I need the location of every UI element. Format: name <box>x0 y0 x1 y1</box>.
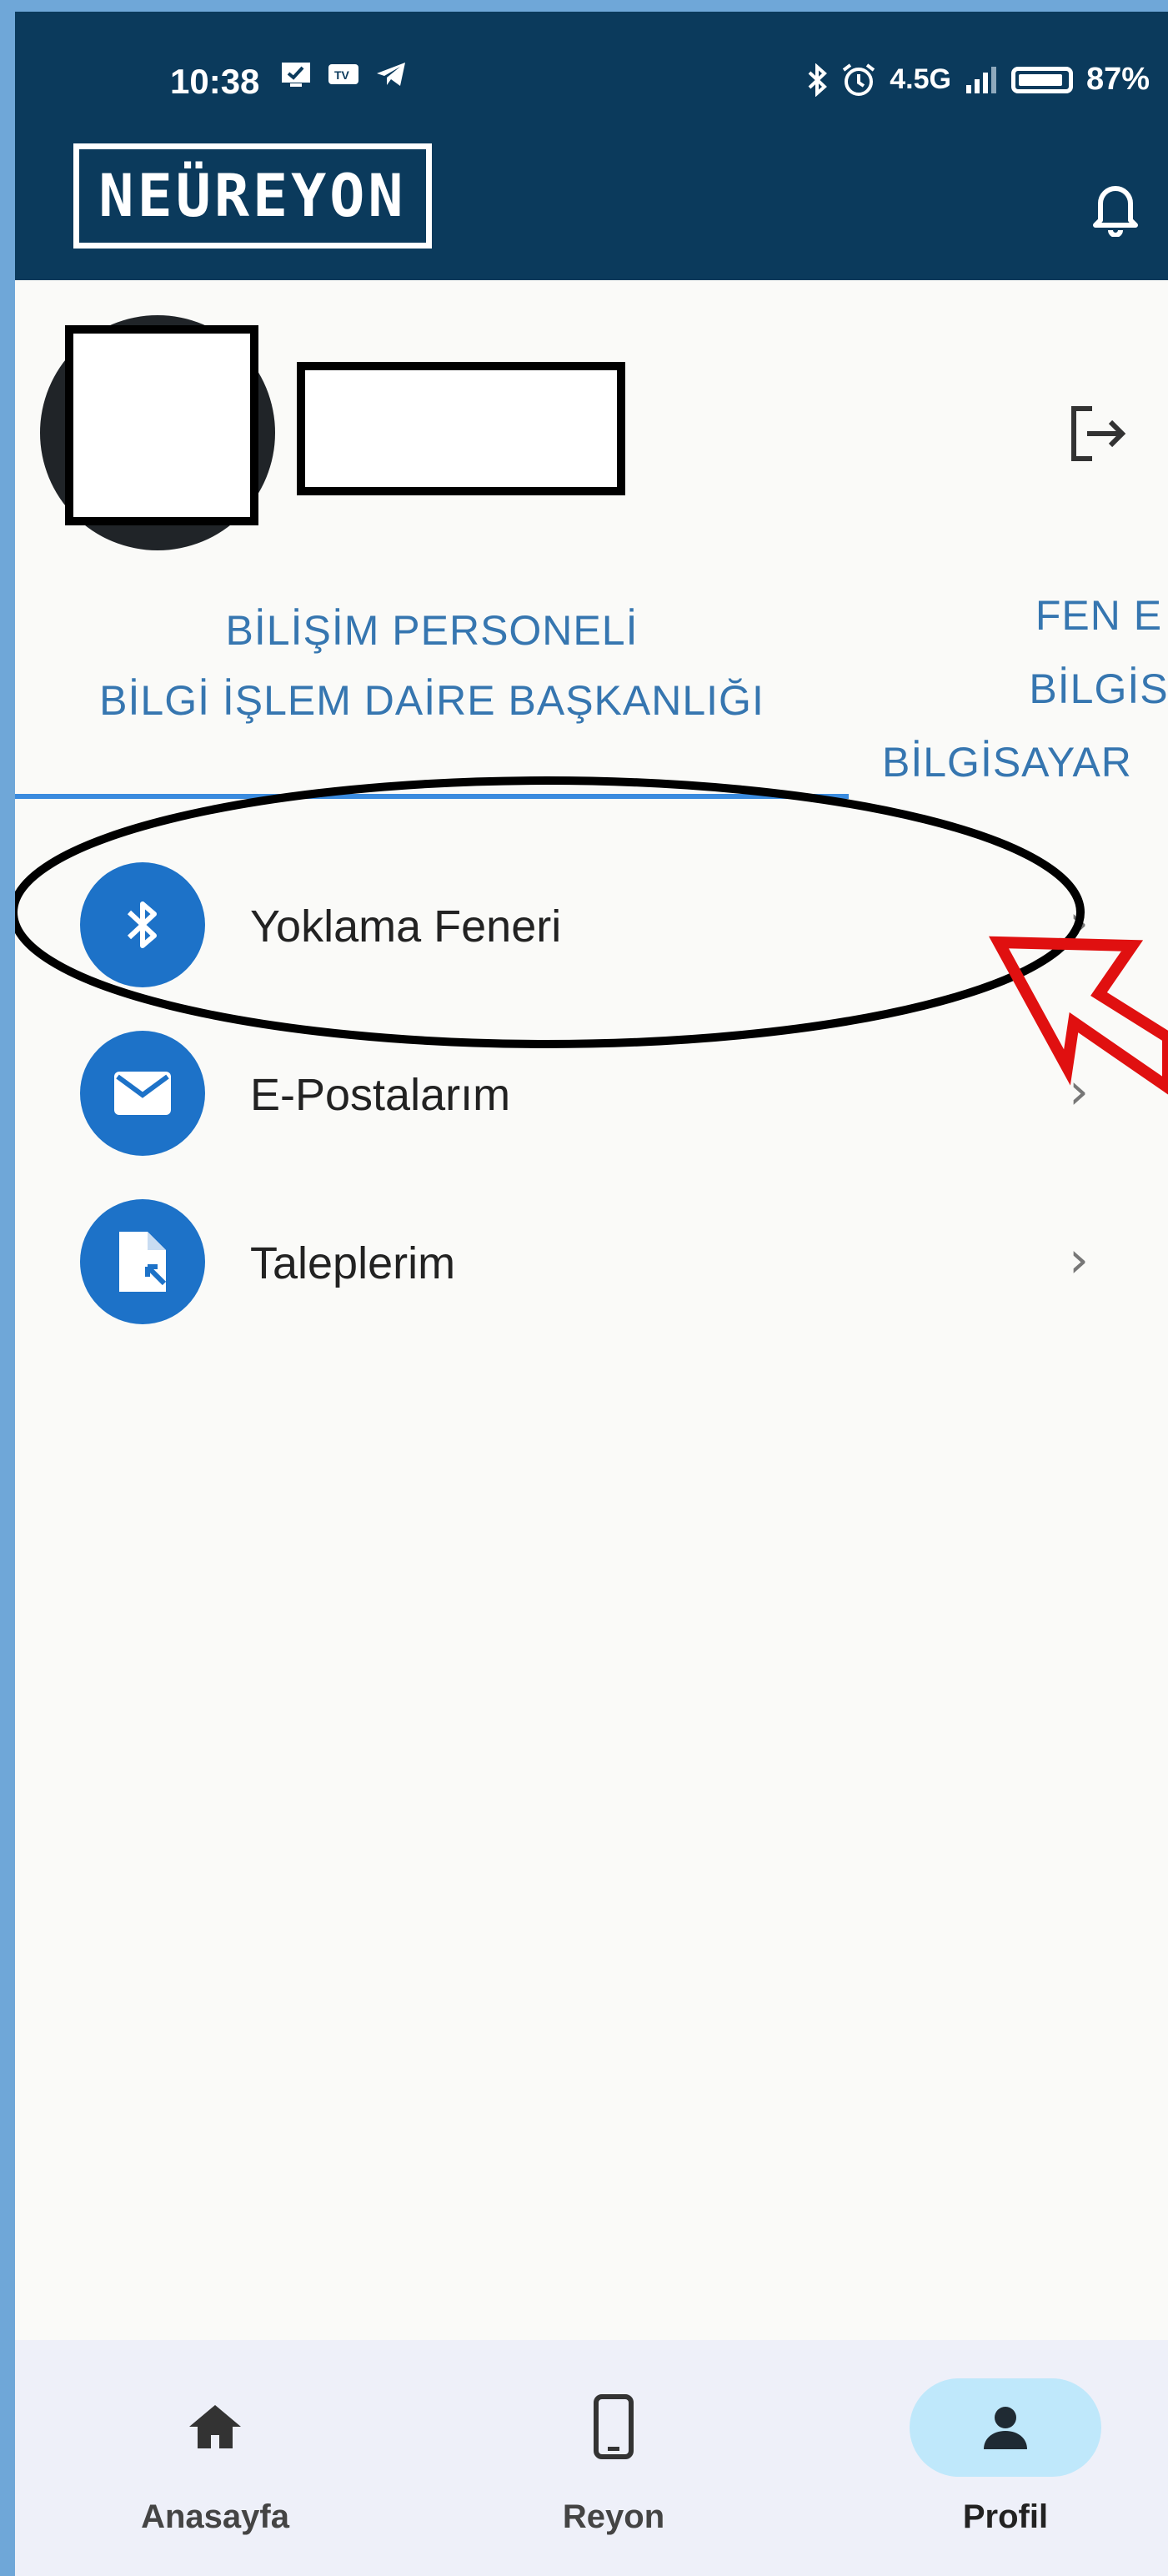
battery-level: 87% <box>1085 62 1150 97</box>
bottom-navigation: Anasayfa Reyon Profil <box>15 2340 1168 2576</box>
menu-item-label: Taleplerim <box>250 1238 456 1288</box>
bluetooth-status-icon <box>808 63 828 97</box>
chevron-right-icon: › <box>1069 894 1089 952</box>
tab-organization-2[interactable]: FEN E BİLGİS BİLGİSAYAR <box>882 579 1168 799</box>
tab-subtitle: BİLGİ İŞLEM DAİRE BAŞKANLIĞI <box>99 677 764 724</box>
signal-icon <box>965 66 996 93</box>
nav-item-reyon[interactable]: Reyon <box>489 2340 739 2576</box>
status-notification-icons: TV <box>280 60 409 88</box>
bell-icon[interactable] <box>1090 178 1140 237</box>
user-name-redaction <box>297 362 625 495</box>
tab-title: BİLİŞİM PERSONELİ <box>225 607 639 654</box>
chevron-right-icon: › <box>1069 1062 1089 1121</box>
person-icon <box>910 2378 1101 2477</box>
mail-icon <box>80 1031 205 1156</box>
app-logo: NEÜREYON <box>73 143 432 249</box>
menu-item-label: E-Postalarım <box>250 1070 511 1120</box>
alarm-icon <box>843 63 875 96</box>
phone-icon <box>564 2393 664 2460</box>
app-header: 10:38 TV 4.5G 87% NEÜREYON <box>15 12 1168 280</box>
logout-icon[interactable] <box>1064 400 1130 467</box>
status-right-icons: 4.5G 87% <box>806 62 1150 98</box>
tab-subtitle-2: BİLGİSAYAR <box>882 739 1132 786</box>
network-type: 4.5G <box>890 63 951 95</box>
tab-title: FEN E <box>1035 592 1163 639</box>
avatar <box>40 300 283 550</box>
svg-text:TV: TV <box>334 68 350 82</box>
telegram-icon <box>377 63 405 86</box>
nav-label: Anasayfa <box>141 2498 289 2535</box>
home-icon <box>165 2393 265 2460</box>
tab-subtitle: BİLGİS <box>1029 665 1168 712</box>
nav-item-anasayfa[interactable]: Anasayfa <box>90 2340 340 2576</box>
nav-label: Reyon <box>562 2498 665 2535</box>
tab-organization-1[interactable]: BİLİŞİM PERSONELİ BİLGİ İŞLEM DAİRE BAŞK… <box>15 595 849 736</box>
chevron-right-icon: › <box>1069 1231 1089 1289</box>
tv-icon: TV <box>328 64 358 84</box>
app-screen: 10:38 TV 4.5G 87% NEÜREYON BİLİŞİM PERSO… <box>15 12 1168 2576</box>
request-document-icon <box>80 1199 205 1324</box>
menu-item-yoklama-feneri[interactable]: Yoklama Feneri › <box>15 827 1168 994</box>
status-time: 10:38 <box>170 62 260 101</box>
battery-icon <box>1010 66 1073 93</box>
tab-indicator <box>15 794 849 799</box>
nav-label: Profil <box>962 2498 1049 2535</box>
nav-item-profil[interactable]: Profil <box>880 2340 1130 2576</box>
screen-notification-icon <box>282 63 310 87</box>
bluetooth-icon <box>80 862 205 987</box>
menu-item-e-postalarim[interactable]: E-Postalarım › <box>15 996 1168 1162</box>
avatar-redaction <box>65 325 258 525</box>
menu-item-label: Yoklama Feneri <box>250 901 562 952</box>
menu-item-taleplerim[interactable]: Taleplerim › <box>15 1164 1168 1331</box>
